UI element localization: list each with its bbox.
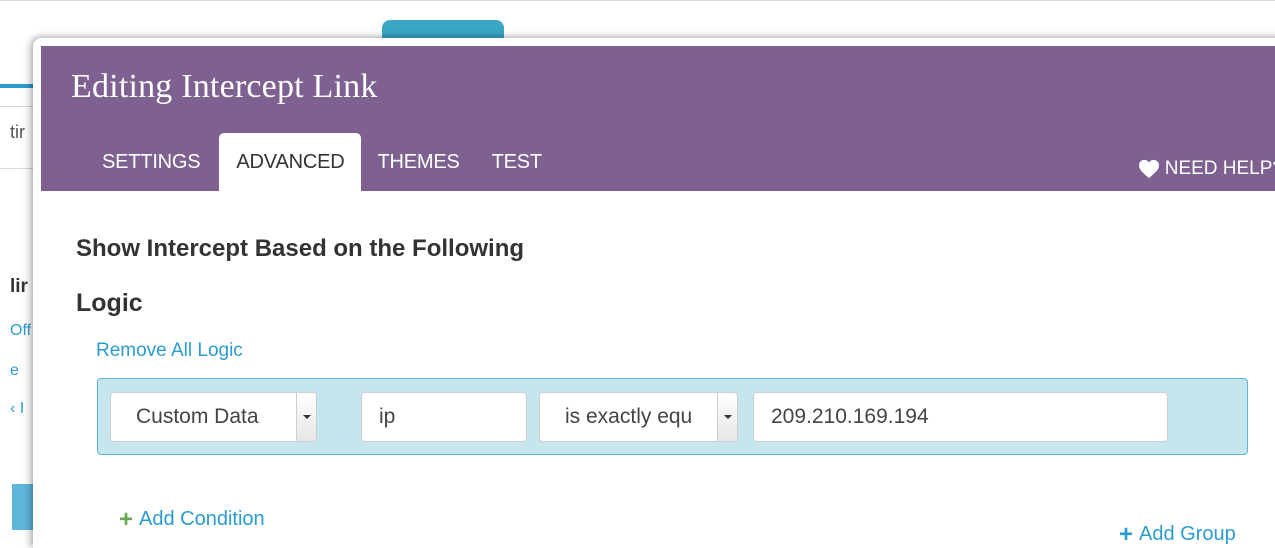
dropdown-arrow-icon[interactable] <box>717 393 737 441</box>
field-type-select[interactable]: Custom Data <box>110 392 317 442</box>
field-type-value: Custom Data <box>136 405 259 428</box>
modal-header: Editing Intercept Link SETTINGS ADVANCED… <box>41 46 1275 191</box>
add-condition-label: Add Condition <box>139 508 265 530</box>
tab-settings[interactable]: SETTINGS <box>86 133 216 191</box>
tab-test[interactable]: TEST <box>476 133 558 191</box>
need-help-label: NEED HELP? <box>1164 158 1275 179</box>
editing-intercept-modal: Editing Intercept Link SETTINGS ADVANCED… <box>33 38 1275 548</box>
add-condition-link[interactable]: + Add Condition <box>119 505 265 533</box>
remove-all-logic-link[interactable]: Remove All Logic <box>96 340 243 362</box>
background-top-border <box>0 0 1275 1</box>
section-title: Show Intercept Based on the Following <box>76 235 525 262</box>
tab-themes[interactable]: THEMES <box>361 133 475 191</box>
operator-select[interactable]: is exactly equ <box>539 392 738 442</box>
add-group-label: Add Group <box>1139 523 1236 545</box>
logic-condition-row: Custom Data ip is exactly equ 209.210.16… <box>97 378 1248 455</box>
add-group-link[interactable]: + Add Group <box>1119 520 1236 548</box>
operator-value: is exactly equ <box>565 405 693 428</box>
logic-heading: Logic <box>76 289 143 317</box>
plus-icon: + <box>1119 520 1134 548</box>
dropdown-arrow-icon[interactable] <box>296 393 316 441</box>
need-help-link[interactable]: NEED HELP? <box>1138 158 1275 180</box>
condition-value-input[interactable]: 209.210.169.194 <box>753 392 1168 442</box>
custom-data-key-input[interactable]: ip <box>361 392 527 442</box>
modal-title: Editing Intercept Link <box>71 68 378 105</box>
heart-icon <box>1138 159 1159 179</box>
tab-advanced[interactable]: ADVANCED <box>219 133 362 191</box>
advanced-panel: Show Intercept Based on the Following Lo… <box>33 191 1275 548</box>
modal-tabs: SETTINGS ADVANCED THEMES TEST <box>86 133 558 191</box>
plus-icon: + <box>119 505 134 533</box>
